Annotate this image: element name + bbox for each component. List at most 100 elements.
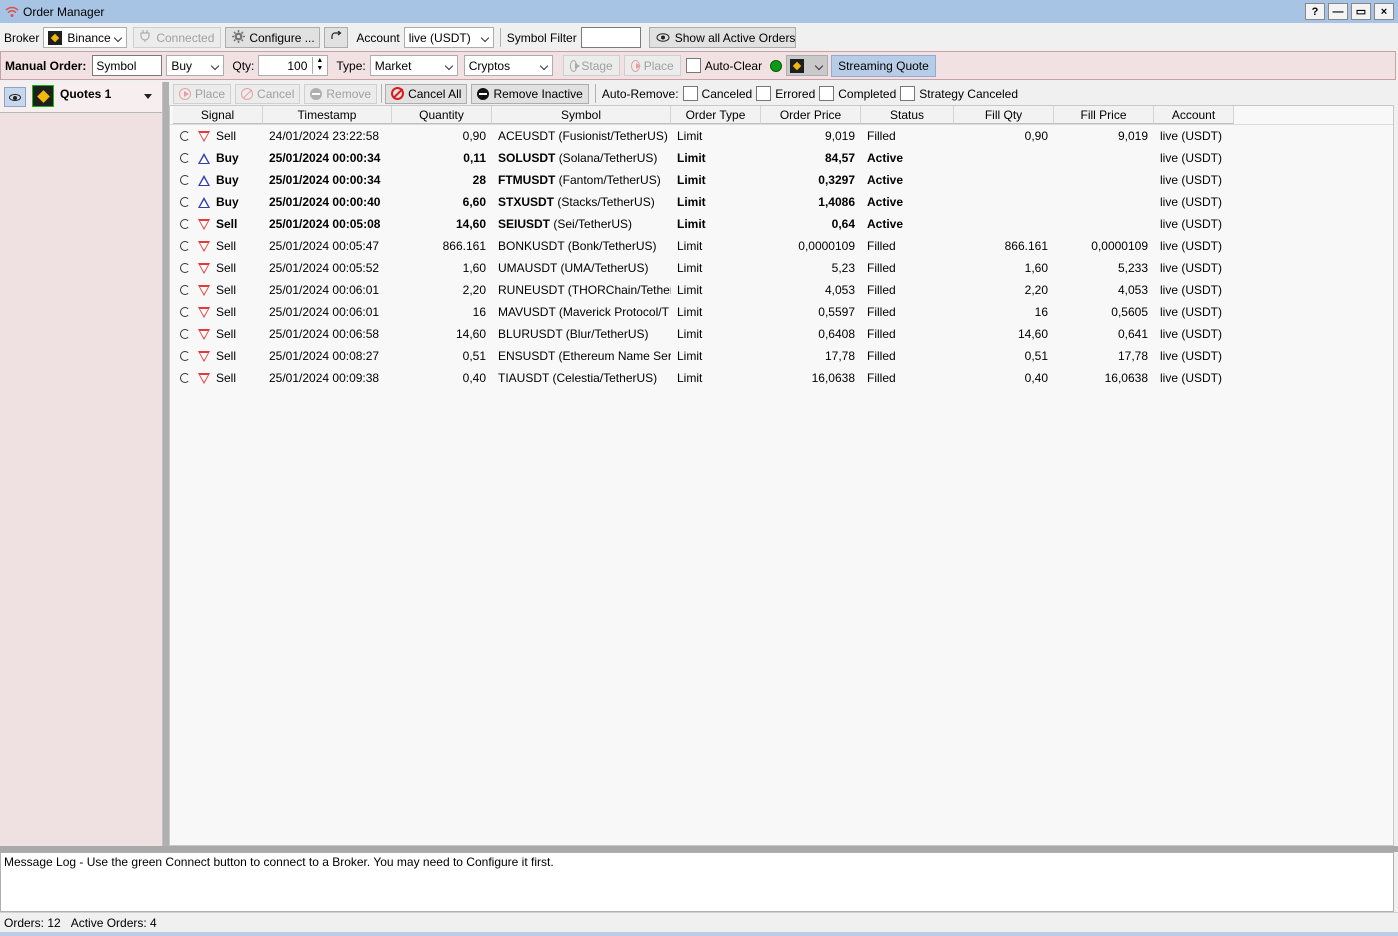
column-header-order-type[interactable]: Order Type [671,106,761,124]
fill-qty-cell: 14,60 [1017,327,1048,341]
account-select[interactable]: live (USDT) [403,27,494,48]
streaming-quote-button[interactable]: Streaming Quote [831,54,936,77]
table-row[interactable]: Sell 25/01/2024 00:06:01 16 MAVUSDT (Mav… [170,301,1393,323]
chevron-down-icon [114,33,123,43]
manual-order-toolbar: Manual Order: Buy Qty: 100 ▲▼ Type: Mark… [0,51,1396,80]
remove-inactive-icon [477,87,490,100]
column-header-status[interactable]: Status [861,106,954,124]
buy-arrow-icon [198,152,210,164]
table-row[interactable]: Sell 25/01/2024 00:05:08 14,60 SEIUSDT (… [170,213,1393,235]
quote-provider-select[interactable] [786,55,829,76]
timestamp-cell: 25/01/2024 00:00:34 [269,173,381,187]
toolbar-divider [381,84,383,103]
table-row[interactable]: Buy 25/01/2024 00:00:34 0,11 SOLUSDT (So… [170,147,1393,169]
play-icon [179,87,191,100]
show-all-active-orders-button[interactable]: Show all Active Orders [648,27,796,48]
order-type-cell: Limit [677,371,703,385]
order-type-cell: Limit [677,173,706,187]
quantity-cell: 0,40 [462,371,486,385]
timestamp-cell: 25/01/2024 00:08:27 [269,349,380,363]
signal-cell: Sell [216,305,237,319]
strategy-canceled-checkbox[interactable] [900,86,916,101]
order-type-select[interactable]: Market [369,55,458,76]
order-price-cell: 9,019 [824,129,855,143]
status-cell: Filled [867,261,896,275]
toolbar-divider [594,84,596,103]
column-header-fill-price[interactable]: Fill Price [1054,106,1154,124]
table-row[interactable]: Sell 24/01/2024 23:22:58 0,90 ACEUSDT (F… [170,125,1393,147]
errored-checkbox[interactable] [756,86,772,101]
asset-class-select[interactable]: Cryptos [463,55,553,76]
symbol-filter-input[interactable] [580,27,641,48]
order-price-cell: 0,6408 [818,327,855,341]
close-button[interactable]: × [1374,3,1394,20]
order-type-cell: Limit [677,261,703,275]
order-price-cell: 4,053 [824,283,855,297]
timestamp-cell: 25/01/2024 00:06:58 [269,327,380,341]
binance-logo-icon [790,58,805,73]
table-row[interactable]: Sell 25/01/2024 00:06:01 2,20 RUNEUSDT (… [170,279,1393,301]
table-row[interactable]: Buy 25/01/2024 00:00:34 28 FTMUSDT (Fant… [170,169,1393,191]
side-select[interactable]: Buy [166,55,225,76]
status-cell: Filled [867,305,896,319]
column-header-account[interactable]: Account [1154,106,1234,124]
symbol-input[interactable] [92,55,163,76]
gear-icon [232,29,246,46]
connect-button-label: Connected [156,30,215,45]
quantity-cell: 2,20 [462,283,486,297]
connect-button[interactable]: Connected [133,27,222,48]
table-row[interactable]: Sell 25/01/2024 00:09:38 0,40 TIAUSDT (C… [170,367,1393,389]
remove-button[interactable]: Remove [304,83,378,104]
column-header-signal[interactable]: Signal [173,106,263,124]
symbol-code: FTMUSDT [498,173,556,187]
table-row[interactable]: Sell 25/01/2024 00:08:27 0,51 ENSUSDT (E… [170,345,1393,367]
column-header-order-price[interactable]: Order Price [761,106,861,124]
column-header-fill-qty[interactable]: Fill Qty [954,106,1054,124]
show-all-label: Show all Active Orders [674,30,796,45]
place-order-button[interactable]: Place [623,55,681,76]
account-cell: live (USDT) [1160,239,1222,253]
column-header-quantity[interactable]: Quantity [392,106,492,124]
completed-checkbox[interactable] [819,86,835,101]
remove-inactive-button[interactable]: Remove Inactive [471,83,589,104]
qty-stepper[interactable]: 100 ▲ ▼ [258,55,329,76]
sell-arrow-icon [198,306,210,318]
stage-button[interactable]: Stage [562,55,620,76]
visibility-toggle[interactable] [4,87,26,107]
cancel-button[interactable]: Cancel [235,83,301,104]
dropdown-arrow-icon[interactable] [144,94,152,99]
column-header-timestamp[interactable]: Timestamp [263,106,392,124]
help-button[interactable]: ? [1305,3,1325,20]
table-row[interactable]: Buy 25/01/2024 00:00:40 6,60 STXUSDT (St… [170,191,1393,213]
order-type-value: Market [374,58,412,73]
minimize-button[interactable]: — [1328,3,1348,20]
symbol-cell: STXUSDT (Stacks/TetherUS) [492,195,671,209]
place-button[interactable]: Place [173,83,232,104]
order-type-cell: Limit [677,239,703,253]
sell-arrow-icon [198,130,210,142]
table-row[interactable]: Sell 25/01/2024 00:06:58 14,60 BLURUSDT … [170,323,1393,345]
broker-select[interactable]: Binance [43,27,128,48]
play-icon [569,59,580,72]
sync-icon [180,219,190,229]
fill-price-cell: 0,5605 [1111,305,1148,319]
refresh-button[interactable] [324,27,349,48]
timestamp-cell: 25/01/2024 00:05:47 [269,239,380,253]
status-cell: Filled [867,239,896,253]
timestamp-cell: 25/01/2024 00:05:52 [269,261,380,275]
table-row[interactable]: Sell 25/01/2024 00:05:52 1,60 UMAUSDT (U… [170,257,1393,279]
auto-clear-checkbox[interactable] [685,58,701,73]
maximize-button[interactable]: ▭ [1351,3,1371,20]
symbol-code: STXUSDT [498,195,555,209]
quantity-cell: 866.161 [442,239,486,253]
cancel-all-button[interactable]: Cancel All [385,83,468,104]
symbol-cell: SEIUSDT (Sei/TetherUS) [492,217,671,231]
spinner-icon[interactable]: ▲ ▼ [312,57,326,74]
fill-price-cell: 5,233 [1117,261,1148,275]
quotes-list-item[interactable]: Quotes 1 [0,82,162,113]
canceled-checkbox[interactable] [682,86,698,101]
configure-button[interactable]: Configure ... [225,27,321,48]
column-header-symbol[interactable]: Symbol [492,106,671,124]
table-row[interactable]: Sell 25/01/2024 00:05:47 866.161 BONKUSD… [170,235,1393,257]
symbol-name: (Solana/TetherUS) [558,151,658,165]
